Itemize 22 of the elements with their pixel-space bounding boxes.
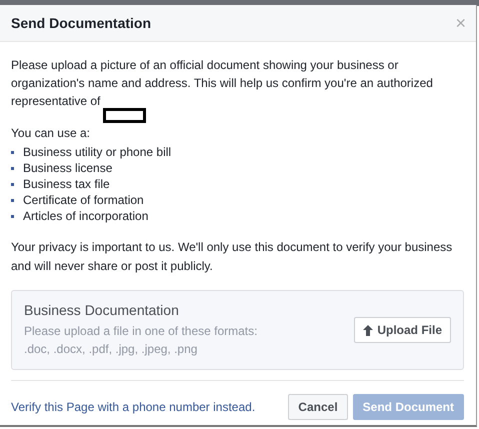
upload-arrow-icon (363, 324, 374, 336)
dialog-title: Send Documentation (11, 15, 152, 31)
bullet-icon (11, 214, 14, 218)
intro-text: Please upload a picture of an official document showing your business or organization's name and address. This will help us confirm you're an authorized representative of (11, 58, 433, 108)
phone-verify-link[interactable]: Verify this Page with a phone number instead. (11, 400, 256, 414)
bullet-icon (11, 182, 14, 186)
list-heading: You can use a: (11, 126, 91, 140)
bullet-icon (11, 166, 14, 170)
list-item: Business license (23, 160, 112, 176)
list-item: Business utility or phone bill (23, 144, 172, 160)
privacy-text: Your privacy is important to us. We'll only use this document to verify your business and will never share or post it publicly. (11, 239, 454, 275)
list-item: Business tax file (23, 176, 110, 192)
format-hint: Please upload a file in one of these formats: (24, 323, 258, 340)
format-list: .doc, .docx, .pdf, .jpg, .jpeg, .png (24, 340, 258, 358)
bullet-icon (11, 150, 14, 154)
bullet-icon (11, 198, 14, 202)
redaction-mark (103, 108, 146, 123)
list-item: Certificate of formation (23, 192, 144, 208)
list-item: Articles of incorporation (23, 208, 148, 224)
cancel-button[interactable]: Cancel (288, 394, 348, 420)
upload-file-button[interactable]: Upload File (354, 317, 451, 343)
panel-title: Business Documentation (24, 302, 180, 318)
